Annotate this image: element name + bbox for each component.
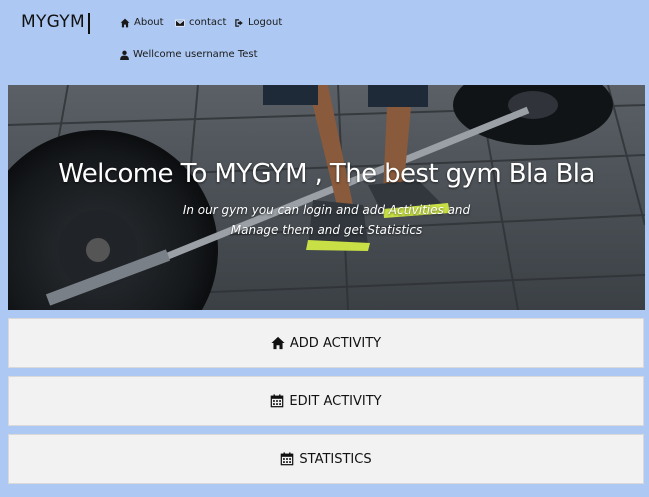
add-activity-button[interactable]: ADD ACTIVITY — [8, 318, 644, 368]
edit-activity-button[interactable]: EDIT ACTIVITY — [8, 376, 644, 426]
edit-activity-label: EDIT ACTIVITY — [289, 393, 382, 409]
welcome-user-label: Wellcome username Test — [133, 49, 258, 60]
statistics-label: STATISTICS — [299, 451, 372, 467]
nav-about-label: About — [134, 17, 164, 28]
hero-background-image — [8, 85, 645, 310]
statistics-button[interactable]: STATISTICS — [8, 434, 644, 484]
home-icon — [271, 336, 285, 350]
envelope-icon — [175, 19, 185, 26]
welcome-user-text: Wellcome username Test — [120, 49, 258, 60]
calendar-icon — [281, 452, 294, 466]
home-icon — [120, 18, 130, 27]
user-icon — [120, 50, 129, 60]
hero-banner: Welcome To MYGYM , The best gym Bla Bla … — [8, 85, 645, 310]
hero-subtitle-line-1: In our gym you can login and add Activit… — [182, 203, 471, 217]
nav-logout-link[interactable]: Logout — [234, 17, 282, 28]
hero-subtitle-line-2: Manage them and get Statistics — [230, 223, 423, 237]
top-navbar: MYGYM About contact Logout Wellcome user… — [0, 0, 649, 84]
sign-out-icon — [235, 18, 243, 27]
brand-divider — [88, 13, 90, 34]
nav-contact-link[interactable]: contact — [175, 17, 226, 28]
nav-logout-label: Logout — [248, 17, 283, 28]
hero-title: Welcome To MYGYM , The best gym Bla Bla — [58, 159, 595, 189]
brand-logo[interactable]: MYGYM — [21, 12, 85, 32]
nav-about-link[interactable]: About — [120, 17, 164, 28]
add-activity-label: ADD ACTIVITY — [289, 335, 382, 351]
calendar-icon — [271, 394, 284, 408]
nav-contact-label: contact — [189, 17, 227, 28]
hero-subtitle: In our gym you can login and add Activit… — [8, 200, 645, 240]
